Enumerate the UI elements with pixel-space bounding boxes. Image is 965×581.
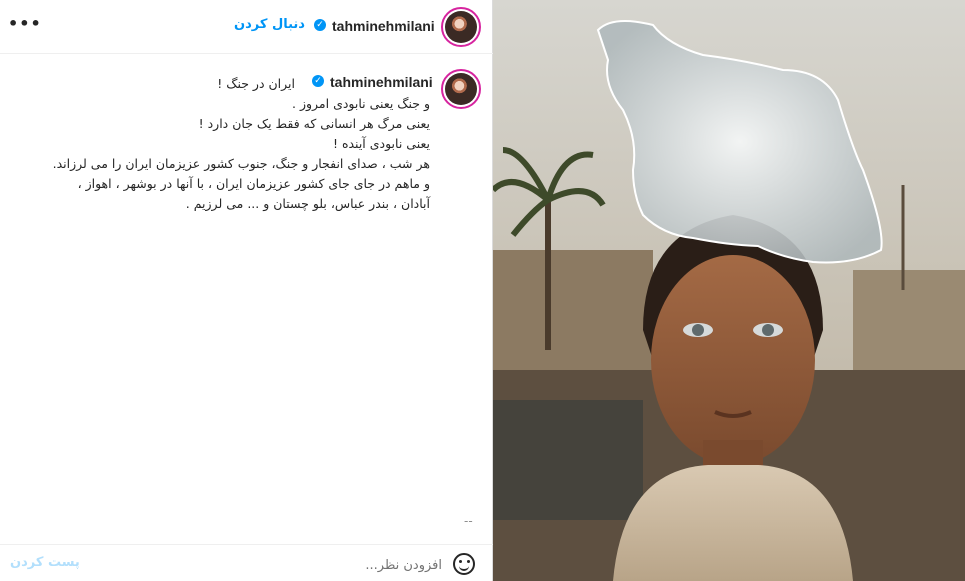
post-photo-illustration — [493, 0, 965, 581]
post-comment-button[interactable]: پست کردن — [10, 555, 80, 570]
avatar-image — [445, 73, 477, 105]
canal-water — [493, 400, 643, 520]
avatar-image — [445, 11, 477, 43]
caption-line: و ماهم در جای جای کشور عزیزمان ایران ، ب… — [77, 176, 430, 191]
follow-button[interactable]: دنبال کردن — [234, 17, 305, 32]
face — [651, 255, 815, 465]
more-options-icon[interactable]: ••• — [8, 14, 42, 33]
post-side-panel: ••• دنبال کردن ✓ tahminehmilani ایران در… — [0, 0, 493, 581]
more-indicator: -- — [464, 514, 473, 528]
post-photo — [493, 0, 965, 581]
verified-badge-icon: ✓ — [314, 19, 326, 31]
header-username[interactable]: tahminehmilani — [332, 18, 435, 34]
caption-username[interactable]: tahminehmilani — [330, 74, 433, 90]
instagram-post-view: ••• دنبال کردن ✓ tahminehmilani ایران در… — [0, 0, 965, 581]
building-right — [853, 270, 965, 380]
post-header: ••• دنبال کردن ✓ tahminehmilani — [0, 0, 493, 54]
verified-badge-icon: ✓ — [312, 75, 324, 87]
caption-line: آبادان ، بندر عباس، بلو چستان و ... می ل… — [185, 196, 430, 211]
caption-line: و جنگ یعنی نابودی امروز . — [292, 96, 430, 111]
caption-avatar[interactable] — [441, 69, 481, 109]
post-caption: ایران در جنگ ! و جنگ یعنی نابودی امروز .… — [30, 74, 430, 214]
comment-input[interactable] — [90, 553, 444, 577]
header-avatar[interactable] — [441, 7, 481, 47]
building-left — [493, 250, 653, 370]
caption-line: یعنی مرگ هر انسانی که فقط یک جان دارد ! — [198, 116, 430, 131]
caption-line: یعنی نابودی آینده ! — [332, 136, 430, 151]
comment-bar: پست کردن — [0, 544, 493, 581]
smiley-icon[interactable] — [453, 553, 475, 575]
caption-line: هر شب ، صدای انفجار و جنگ، جنوب کشور عزی… — [52, 156, 430, 171]
